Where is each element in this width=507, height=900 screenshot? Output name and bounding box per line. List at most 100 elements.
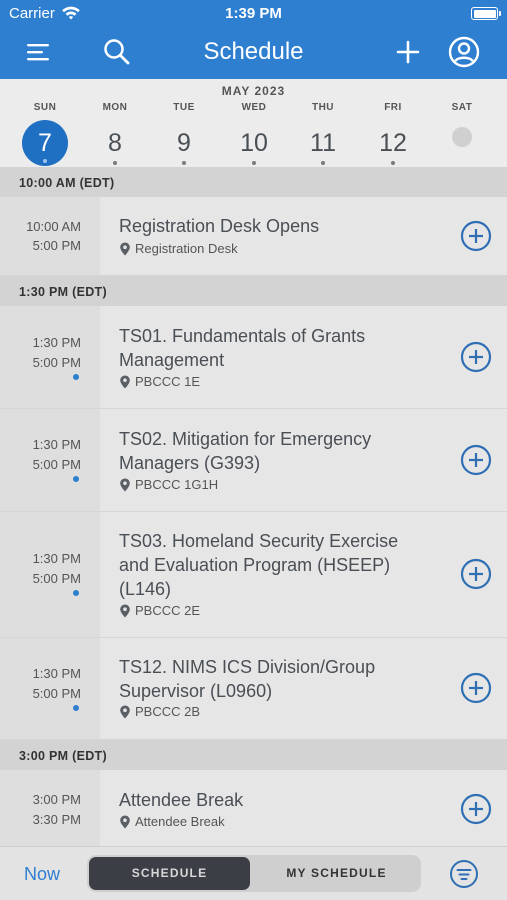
event-dot [321,161,325,165]
event-location: Registration Desk [119,241,238,256]
event-title-line: and Evaluation Program (HSEEP) [119,555,391,575]
event-location-text: Attendee Break [135,814,225,829]
event-location: Attendee Break [119,814,225,829]
event-start-time: 3:00 PM [32,792,81,807]
event-times: 1:30 PM 5:00 PM [0,306,100,408]
event-times: 3:00 PM 3:30 PM [0,770,100,846]
add-to-schedule-icon[interactable] [460,444,492,476]
day-tue[interactable]: TUE 9 [154,102,214,166]
event-location-text: Registration Desk [135,241,238,256]
week-strip: MAY 2023 SUN 7 MON 8 TUE 9 WED 10 THU 11… [0,79,507,167]
day-of-week-label: SAT [451,102,473,113]
event-row-ts01[interactable]: 1:30 PM 5:00 PM TS01. Fundamentals of Gr… [0,306,507,409]
day-number: 11 [300,120,346,166]
day-sun[interactable]: SUN 7 [15,102,75,166]
tab-my-schedule[interactable]: MY SCHEDULE [254,857,419,890]
event-row-ts02[interactable]: 1:30 PM 5:00 PM TS02. Mitigation for Eme… [0,409,507,512]
add-to-schedule-icon[interactable] [460,220,492,252]
event-end-time: 5:00 PM [32,571,81,586]
event-start-time: 1:30 PM [32,335,81,350]
status-bar: Carrier 1:39 PM [0,0,507,28]
location-pin-icon [120,815,130,828]
day-mon[interactable]: MON 8 [85,102,145,166]
event-row-registration[interactable]: 10:00 AM 5:00 PM Registration Desk Opens… [0,197,507,276]
event-title-line: Registration Desk Opens [119,216,320,236]
in-my-schedule-dot [73,374,79,380]
event-dot [252,161,256,165]
event-title: TS03. Homeland Security Exercise and Eva… [119,529,439,601]
bottom-bar: Now SCHEDULE MY SCHEDULE [0,846,507,900]
schedule-list[interactable]: 10:00 AM (EDT) 10:00 AM 5:00 PM Registra… [0,167,507,846]
event-title: Registration Desk Opens [119,214,439,238]
day-wed[interactable]: WED 10 [224,102,284,166]
event-row-attendee-break[interactable]: 3:00 PM 3:30 PM Attendee Break Attendee … [0,770,507,846]
event-dot [113,161,117,165]
day-number: 8 [92,120,138,166]
day-thu[interactable]: THU 11 [293,102,353,166]
add-to-schedule-icon[interactable] [460,341,492,373]
event-location: PBCCC 2B [119,704,200,719]
event-end-time: 5:00 PM [32,457,81,472]
location-pin-icon [120,242,130,255]
in-my-schedule-dot [73,590,79,596]
event-dot [43,159,47,163]
day-number-text: 10 [240,129,268,157]
event-title-line: TS01. Fundamentals of Grants [119,326,366,346]
day-fri[interactable]: FRI 12 [363,102,423,166]
day-number: 9 [161,120,207,166]
add-button[interactable] [392,36,424,68]
profile-icon [448,36,480,68]
event-title-line: Management [119,350,225,370]
event-dot [391,161,395,165]
day-number: 12 [370,120,416,166]
location-pin-icon [120,478,130,491]
tab-schedule[interactable]: SCHEDULE [89,857,250,890]
top-bar: Carrier 1:39 PM Schedule [0,0,507,79]
event-location: PBCCC 2E [119,603,200,618]
event-title-line: TS12. NIMS ICS Division/Group [119,657,376,677]
month-label: MAY 2023 [221,84,286,98]
page-title: Schedule [203,38,304,65]
event-start-time: 1:30 PM [32,551,81,566]
battery-icon [471,7,501,20]
day-of-week-label: SUN [33,102,57,113]
event-title-line: Attendee Break [119,790,244,810]
day-of-week-label: FRI [384,102,402,113]
add-to-schedule-icon[interactable] [460,558,492,590]
event-location-text: PBCCC 1G1H [135,477,219,492]
event-dot [182,161,186,165]
day-number: 10 [231,120,277,166]
day-of-week-label: TUE [173,102,195,113]
event-end-time: 3:30 PM [32,812,81,827]
event-end-time: 5:00 PM [32,238,81,253]
section-header: 3:00 PM (EDT) [0,740,507,770]
filter-icon[interactable] [449,859,479,889]
event-location: PBCCC 1G1H [119,477,218,492]
event-title: TS01. Fundamentals of Grants Management [119,324,439,372]
event-times: 1:30 PM 5:00 PM [0,512,100,637]
add-to-schedule-icon[interactable] [460,672,492,704]
event-start-time: 1:30 PM [32,666,81,681]
event-title: TS12. NIMS ICS Division/Group Supervisor… [119,655,439,703]
no-date-placeholder [452,127,472,147]
event-location-text: PBCCC 2E [135,603,201,618]
section-header: 1:30 PM (EDT) [0,276,507,306]
event-title-line: TS03. Homeland Security Exercise [119,531,399,551]
event-location-text: PBCCC 2B [135,704,201,719]
add-to-schedule-icon[interactable] [460,793,492,825]
location-pin-icon [120,604,130,617]
event-row-ts12[interactable]: 1:30 PM 5:00 PM TS12. NIMS ICS Division/… [0,638,507,740]
event-times: 10:00 AM 5:00 PM [0,197,100,275]
profile-button[interactable] [448,36,480,68]
event-start-time: 1:30 PM [32,437,81,452]
in-my-schedule-dot [73,705,79,711]
event-start-time: 10:00 AM [26,219,81,234]
event-location-text: PBCCC 1E [135,374,201,389]
now-button[interactable]: Now [24,864,60,885]
day-number-text: 12 [379,129,407,157]
day-number-text: 9 [177,129,191,157]
event-times: 1:30 PM 5:00 PM [0,409,100,511]
event-row-ts03[interactable]: 1:30 PM 5:00 PM TS03. Homeland Security … [0,512,507,638]
day-of-week-label: THU [311,102,335,113]
event-title: TS02. Mitigation for Emergency Managers … [119,427,439,475]
